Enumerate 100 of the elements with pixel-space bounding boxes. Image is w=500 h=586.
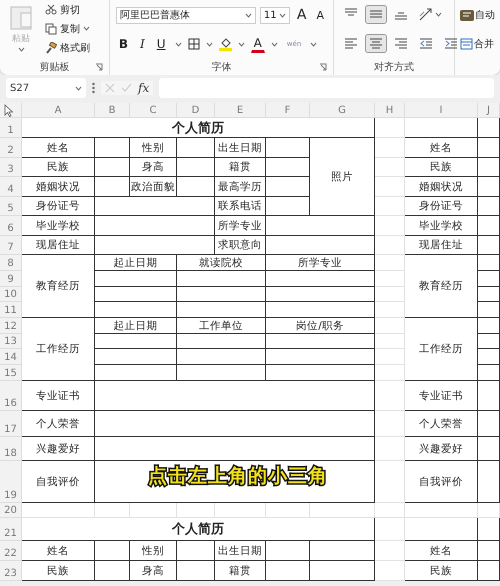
table-cell[interactable] [95,334,177,349]
row-header[interactable]: 5 [0,197,22,216]
table-cell[interactable] [177,177,215,197]
grow-font-button[interactable]: A [294,5,310,25]
table-cell[interactable] [405,518,478,541]
caret-icon[interactable] [435,12,442,17]
merge-button[interactable]: 合并 [457,34,498,52]
table-cell[interactable] [177,349,266,365]
table-cell[interactable] [266,365,375,381]
table-cell[interactable] [478,236,500,255]
table-cell[interactable] [177,271,266,287]
table-cell[interactable] [95,541,130,561]
table-cell[interactable] [177,302,266,318]
table-cell[interactable] [266,287,375,302]
column-header[interactable]: J [478,103,500,118]
table-cell[interactable] [95,216,215,236]
indent-increase-icon[interactable] [443,36,459,51]
caret-icon[interactable] [206,42,213,46]
table-cell[interactable] [266,158,310,177]
row-header[interactable]: 21 [0,518,22,541]
row-header[interactable]: 9 [0,271,22,287]
align-left-icon[interactable] [343,36,359,51]
table-cell[interactable] [478,138,500,158]
column-header[interactable]: I [405,103,478,118]
table-cell[interactable] [478,271,500,287]
wrap-text-button[interactable]: 自动 [457,6,498,24]
table-cell[interactable] [266,271,375,287]
table-cell[interactable] [177,287,266,302]
row-header[interactable]: 8 [0,255,22,271]
table-cell[interactable] [266,561,310,581]
table-cell[interactable] [95,365,177,381]
table-cell[interactable] [478,177,500,197]
caret-icon[interactable] [75,86,82,90]
orientation-icon[interactable] [418,7,434,22]
caret-icon[interactable] [244,12,252,18]
more-icon[interactable] [92,82,95,94]
font-color-button[interactable]: A [250,35,265,53]
table-cell[interactable] [95,381,375,411]
column-header[interactable]: G [310,103,375,118]
caret-icon[interactable] [310,42,318,46]
table-cell[interactable] [405,118,478,138]
table-cell[interactable] [478,158,500,177]
table-cell[interactable] [177,365,266,381]
row-header[interactable]: 12 [0,318,22,334]
table-cell[interactable] [95,271,177,287]
table-cell[interactable] [478,411,500,437]
table-cell[interactable] [310,561,375,581]
table-cell[interactable] [95,437,375,461]
column-header[interactable]: C [130,103,177,118]
table-cell[interactable] [95,236,215,255]
row-header[interactable]: 17 [0,411,22,437]
table-cell[interactable] [95,287,177,302]
table-cell[interactable] [177,334,266,349]
table-cell[interactable] [266,138,310,158]
table-cell[interactable] [266,541,310,561]
indent-decrease-icon[interactable] [418,36,434,51]
table-cell[interactable] [266,349,375,365]
align-right-icon[interactable] [393,36,409,51]
row-header[interactable]: 14 [0,349,22,365]
table-cell[interactable] [266,177,310,197]
borders-icon[interactable] [188,38,200,50]
row-header[interactable]: 22 [0,541,22,561]
column-header[interactable]: F [266,103,310,118]
row-header[interactable]: 20 [0,503,22,518]
row-header[interactable]: 18 [0,437,22,461]
table-cell[interactable] [478,349,500,365]
table-cell[interactable] [478,216,500,236]
caret-icon[interactable] [270,42,278,46]
table-cell[interactable] [478,518,500,541]
check-icon[interactable] [121,83,132,93]
shrink-font-button[interactable]: A [313,6,327,24]
row-header[interactable]: 16 [0,381,22,411]
table-cell[interactable] [266,334,375,349]
table-cell[interactable] [95,411,375,437]
table-cell[interactable] [478,334,500,349]
row-header[interactable]: 23 [0,561,22,581]
table-cell[interactable] [478,437,500,461]
paste-label[interactable]: 粘贴 [12,32,30,45]
caret-icon[interactable] [278,12,286,18]
table-cell[interactable] [177,138,215,158]
table-cell[interactable] [95,197,215,216]
column-header[interactable]: A [22,103,95,118]
row-header[interactable]: 7 [0,236,22,255]
font-name-field[interactable]: 阿里巴巴普惠体 [116,6,256,24]
row-header[interactable]: 13 [0,334,22,349]
table-cell[interactable] [95,138,130,158]
italic-button[interactable]: I [137,35,148,53]
table-cell[interactable] [177,561,215,581]
table-cell[interactable] [478,255,500,271]
table-cell[interactable] [177,158,215,177]
table-cell[interactable] [478,365,500,381]
cut-button[interactable]: 剪切 [42,0,93,19]
caret-icon[interactable] [83,26,90,32]
table-cell[interactable] [95,561,130,581]
caret-icon[interactable] [174,42,182,46]
align-center-icon[interactable] [368,36,384,51]
name-box[interactable]: S27 [6,78,86,98]
table-cell[interactable] [95,302,177,318]
row-header[interactable]: 2 [0,138,22,158]
dialog-launcher-icon[interactable] [94,62,103,70]
